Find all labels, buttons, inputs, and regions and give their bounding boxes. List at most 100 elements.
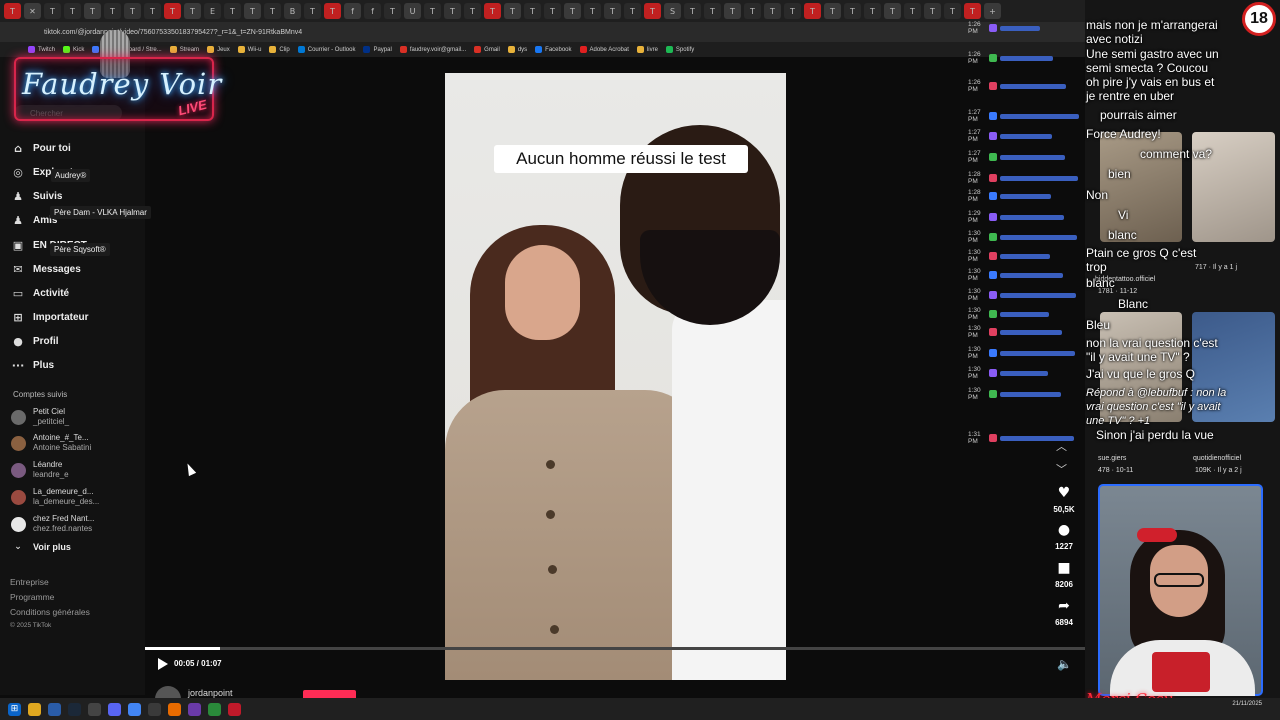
browser-tab[interactable]: T	[384, 3, 401, 19]
browser-tab[interactable]: T	[44, 3, 61, 19]
browser-tab[interactable]: T	[944, 3, 961, 19]
author-name[interactable]: jordanpoint	[188, 688, 233, 698]
sidebar-item-profil[interactable]: ● Profil	[12, 335, 58, 348]
browser-tab[interactable]: T	[824, 3, 841, 19]
browser-tab[interactable]: T	[424, 3, 441, 19]
browser-tab[interactable]: T	[484, 3, 501, 19]
bookmark-item[interactable]: Gmail	[474, 46, 500, 53]
browser-tab[interactable]: T	[764, 3, 781, 19]
browser-tab[interactable]: S	[664, 3, 681, 19]
sidebar-item-suivis[interactable]: ♟ Suivis	[12, 190, 62, 203]
bookmark-item[interactable]: faudrey.voir@gmail...	[399, 46, 466, 53]
browser-tab[interactable]: T	[744, 3, 761, 19]
taskbar-app-icon[interactable]	[88, 702, 101, 716]
share-icon[interactable]: ➦	[1047, 598, 1081, 614]
bookmark-action[interactable]: ■ 8206	[1047, 560, 1081, 589]
browser-tab[interactable]: T	[504, 3, 521, 19]
followed-account[interactable]: chez Fred Nant... chez.fred.nantes	[11, 514, 94, 534]
taskbar-app-icon[interactable]	[168, 702, 181, 716]
sidebar-item-messages[interactable]: ✉ Messages	[12, 263, 80, 276]
comment-action[interactable]: ● 1227	[1047, 522, 1081, 551]
browser-tab[interactable]: T	[144, 3, 161, 19]
browser-tab[interactable]: f	[344, 3, 361, 19]
browser-tab[interactable]: U	[404, 3, 421, 19]
sidebar-item-importateur[interactable]: ⊞ Importateur	[12, 311, 88, 324]
bookmark-item[interactable]: dys	[507, 46, 527, 53]
browser-tab[interactable]: T	[624, 3, 641, 19]
browser-tab[interactable]: T	[64, 3, 81, 19]
browser-tab[interactable]: B	[284, 3, 301, 19]
bookmark-item[interactable]: Wii-u	[237, 46, 261, 53]
browser-tab[interactable]: T	[264, 3, 281, 19]
browser-tab[interactable]: T	[864, 3, 881, 19]
taskbar-app-icon[interactable]	[48, 702, 61, 716]
browser-tab[interactable]: T	[584, 3, 601, 19]
bookmark-item[interactable]: Kick	[63, 46, 84, 53]
browser-tab[interactable]: T	[684, 3, 701, 19]
browser-tab[interactable]: T	[564, 3, 581, 19]
browser-tab[interactable]: T	[84, 3, 101, 19]
footer-link[interactable]: Programme	[10, 592, 54, 602]
bookmark-item[interactable]: Facebook	[535, 46, 572, 53]
browser-tab[interactable]: T	[304, 3, 321, 19]
browser-tab[interactable]: T	[324, 3, 341, 19]
bookmark-icon[interactable]: ■	[1047, 560, 1081, 576]
browser-tab[interactable]: T	[924, 3, 941, 19]
taskbar-app-icon[interactable]	[148, 702, 161, 716]
steam-icon[interactable]	[68, 702, 81, 716]
chrome-icon[interactable]	[128, 702, 141, 716]
footer-link[interactable]: Entreprise	[10, 577, 49, 587]
browser-tab[interactable]: f	[364, 3, 381, 19]
browser-tab[interactable]: T	[444, 3, 461, 19]
share-action[interactable]: ➦ 6894	[1047, 598, 1081, 627]
bookmark-item[interactable]: Twitch	[28, 46, 55, 53]
browser-tab[interactable]: T	[964, 3, 981, 19]
browser-tab[interactable]: T	[844, 3, 861, 19]
url-text[interactable]: tiktok.com/@jordanpoint/video/7560753350…	[44, 29, 302, 36]
bookmark-item[interactable]: Spotify	[665, 46, 694, 53]
browser-tab[interactable]: T	[104, 3, 121, 19]
progress-track[interactable]	[145, 647, 1085, 650]
bookmark-item[interactable]: Jeux	[207, 46, 230, 53]
file-explorer-icon[interactable]	[28, 702, 41, 716]
taskbar-app-icon[interactable]	[208, 702, 221, 716]
followed-account[interactable]: Antoine_#_Te... Antoine Sabatini	[11, 433, 91, 453]
heart-action[interactable]: ♥ 50,5K	[1047, 485, 1081, 514]
browser-tab[interactable]: T	[124, 3, 141, 19]
bookmark-item[interactable]: Adobe Acrobat	[579, 46, 629, 53]
browser-tab[interactable]: T	[4, 3, 21, 19]
followed-account[interactable]: Léandre leandre_e	[11, 460, 69, 480]
bookmark-item[interactable]: Paypal	[363, 46, 392, 53]
bookmark-item[interactable]: Stream	[169, 46, 199, 53]
sidebar-item-plus[interactable]: ··· Plus	[12, 359, 54, 372]
sidebar-item-activit[interactable]: ▭ Activité	[12, 287, 69, 300]
comment-icon[interactable]: ●	[1047, 522, 1081, 538]
browser-tab[interactable]: T	[704, 3, 721, 19]
browser-tab[interactable]: T	[804, 3, 821, 19]
windows-start-icon[interactable]: ⊞	[8, 702, 21, 716]
play-icon[interactable]	[158, 658, 168, 670]
see-more-button[interactable]: ⌄ Voir plus	[12, 541, 71, 553]
footer-link[interactable]: Conditions générales	[10, 607, 90, 617]
browser-tab[interactable]: +	[984, 3, 1001, 19]
address-bar[interactable]: tiktok.com/@jordanpoint/video/7560753350…	[0, 22, 1085, 42]
browser-tab[interactable]: T	[224, 3, 241, 19]
follow-button[interactable]	[303, 690, 356, 698]
bookmark-item[interactable]: Courrier - Outlook	[297, 46, 355, 53]
chevron-down-icon[interactable]: ﹀	[1056, 461, 1067, 477]
browser-tab[interactable]: T	[164, 3, 181, 19]
browser-tab[interactable]: T	[244, 3, 261, 19]
browser-tab[interactable]: T	[884, 3, 901, 19]
bookmark-item[interactable]: livre	[636, 46, 658, 53]
bookmark-item[interactable]: Clip	[269, 46, 290, 53]
browser-tab[interactable]: T	[904, 3, 921, 19]
taskbar-clock[interactable]: 21/11/2025	[1232, 700, 1262, 708]
discord-icon[interactable]	[108, 702, 121, 716]
obs-icon[interactable]	[228, 702, 241, 716]
browser-tab[interactable]: T	[724, 3, 741, 19]
browser-tab[interactable]: ✕	[24, 3, 41, 19]
browser-tab[interactable]: T	[184, 3, 201, 19]
browser-tab[interactable]: T	[544, 3, 561, 19]
followed-account[interactable]: Petit Ciel _petitciel_	[11, 407, 69, 427]
browser-tab[interactable]: T	[644, 3, 661, 19]
